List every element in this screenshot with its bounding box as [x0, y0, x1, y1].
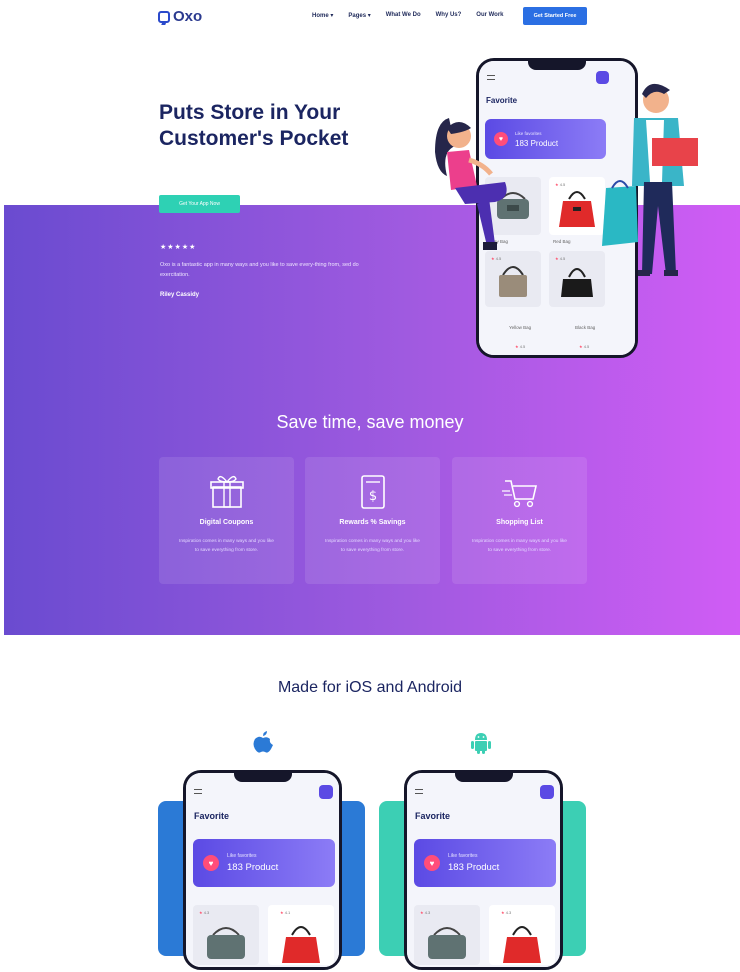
platforms-title: Made for iOS and Android	[277, 679, 463, 696]
heart-icon: ♥	[203, 855, 219, 871]
product-label: Red Bag	[553, 239, 571, 244]
feature-desc: Inspiration comes in many ways and you l…	[179, 539, 274, 553]
top-nav: Oxo Home ▾ Pages ▾ What We Do Why Us? Ou…	[0, 0, 740, 34]
favorites-count: 183 Product	[448, 862, 500, 873]
product-rating: ★ 4.5	[555, 256, 566, 261]
get-started-button[interactable]: Get Started Free	[523, 7, 587, 25]
favorites-label: Like favorites	[448, 853, 478, 859]
man-illustration	[602, 83, 698, 276]
feature-card-coupons: Digital Coupons Inspiration comes in man…	[159, 457, 294, 584]
product-rating: ★ 4.3	[420, 910, 431, 915]
feature-card-shopping: Shopping List Inspiration comes in many …	[452, 457, 587, 584]
product-rating: ★ 4.5	[515, 344, 526, 349]
favorites-card[interactable]: ♥ Like favorites 183 Product	[414, 839, 556, 887]
nav-item-our-work[interactable]: Our Work	[476, 12, 503, 19]
favorites-card[interactable]: ♥ Like favorites 183 Product	[193, 839, 335, 887]
favorites-count: 183 Product	[227, 862, 279, 873]
feature-title: Rewards % Savings	[339, 519, 406, 526]
feature-desc: Inspiration comes in many ways and you l…	[325, 539, 420, 553]
product-card[interactable]: ★ 4.5	[549, 177, 605, 235]
gift-box-icon	[210, 475, 244, 508]
nav-item-pages[interactable]: Pages ▾	[348, 12, 370, 19]
testimonial-author: Riley Cassidy	[160, 292, 200, 298]
logo-text: Oxo	[173, 8, 203, 25]
shopping-cart-icon	[502, 480, 538, 508]
phone-notch	[528, 61, 586, 70]
phone-title: Favorite	[194, 811, 230, 821]
phone-screen: Favorite ♥ Like favorites 183 Product ★ …	[186, 773, 339, 967]
girl-illustration	[435, 118, 507, 250]
cart-icon[interactable]	[319, 785, 333, 799]
product-card[interactable]: ★ 4.5	[549, 251, 605, 307]
red-bag-image	[282, 926, 320, 963]
rating-stars: ★★★★★	[160, 244, 197, 251]
hero-title: Puts Store in Your Customer's Pocket	[159, 101, 349, 150]
product-rating: ★ 4.5	[555, 182, 566, 187]
product-card[interactable]: ★ 4.3	[193, 905, 259, 965]
feature-card-rewards: $ Rewards % Savings Inspiration comes in…	[305, 457, 440, 584]
cart-icon[interactable]	[540, 785, 554, 799]
features-title: Save time, save money	[276, 412, 464, 432]
apple-icon[interactable]	[252, 730, 274, 754]
phone-title: Favorite	[486, 96, 518, 105]
logo-icon	[158, 10, 170, 23]
product-label: Yellow Bag	[509, 325, 532, 330]
product-label: Black Bag	[575, 325, 596, 330]
menu-icon[interactable]	[415, 789, 423, 794]
nav-item-home[interactable]: Home ▾	[312, 12, 333, 19]
favorites-count: 183 Product	[515, 139, 559, 148]
product-rating: ★ 4.3	[501, 910, 512, 915]
phone-title: Favorite	[415, 811, 451, 821]
nav-item-what-we-do[interactable]: What We Do	[386, 12, 421, 19]
feature-title: Digital Coupons	[199, 519, 254, 526]
receipt-dollar-icon: $	[361, 475, 385, 509]
svg-text:$: $	[369, 489, 377, 504]
favorites-label: Like favorites	[227, 853, 257, 859]
testimonial-text: Oxo is a fantastic app in many ways and …	[160, 262, 359, 278]
phone-notch	[233, 773, 292, 782]
red-bag-image	[503, 926, 541, 963]
android-icon[interactable]	[470, 730, 492, 754]
feature-desc: Inspiration comes in many ways and you l…	[472, 539, 567, 553]
android-phone: Favorite ♥ Like favorites 183 Product ★ …	[404, 770, 563, 970]
get-app-button[interactable]: Get Your App Now	[159, 195, 240, 213]
product-card[interactable]: ★ 4.3	[414, 905, 480, 965]
main-menu: Home ▾ Pages ▾ What We Do Why Us? Our Wo…	[312, 12, 504, 19]
feature-title: Shopping List	[496, 519, 543, 526]
product-card[interactable]: ★ 4.1	[268, 905, 334, 965]
phone-notch	[454, 773, 513, 782]
nav-item-why-us[interactable]: Why Us?	[436, 12, 462, 19]
menu-icon[interactable]	[194, 789, 202, 794]
product-rating: ★ 4.1	[280, 910, 291, 915]
heart-icon: ♥	[424, 855, 440, 871]
product-card[interactable]: ★ 4.3	[489, 905, 555, 965]
ios-phone: Favorite ♥ Like favorites 183 Product ★ …	[183, 770, 342, 970]
product-rating: ★ 4.5	[579, 344, 590, 349]
phone-screen: Favorite ♥ Like favorites 183 Product ★ …	[407, 773, 560, 967]
menu-icon[interactable]	[487, 75, 495, 80]
product-rating: ★ 4.3	[199, 910, 210, 915]
logo[interactable]: Oxo	[158, 8, 202, 25]
